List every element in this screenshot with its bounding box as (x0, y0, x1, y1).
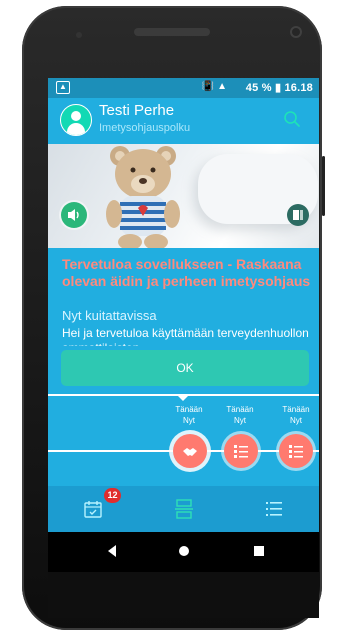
header-subtitle: Imetysohjauspolku (99, 122, 191, 134)
list-icon (266, 502, 282, 516)
phone-chin (48, 572, 319, 618)
handshake-icon (183, 448, 197, 456)
power-button (322, 156, 325, 216)
timeline-day: Tänään (282, 405, 310, 414)
timeline-time: Nyt (234, 416, 246, 425)
timeline: Tänään Nyt Tänään Nyt Tänään Nyt (48, 394, 319, 486)
proximity-sensor (76, 32, 82, 38)
calendar-badge: 12 (104, 488, 121, 503)
bottom-tab-bar: 12 (48, 486, 319, 532)
timeline-label-3: Tänään Nyt (274, 404, 318, 426)
tab-calendar[interactable]: 12 (48, 486, 138, 532)
avatar-body (67, 123, 85, 135)
audio-button[interactable] (61, 202, 87, 228)
timeline-pointer (177, 395, 189, 401)
timeline-node-3[interactable] (279, 434, 313, 468)
user-name: Testi Perhe (99, 102, 175, 119)
timeline-time: Nyt (183, 416, 195, 425)
clock: 16.18 (284, 82, 313, 94)
timeline-label-1: Tänään Nyt (167, 404, 211, 426)
front-camera (290, 26, 302, 38)
status-right: 45 % ▮ 16.18 (246, 81, 313, 94)
hero-image (48, 144, 319, 248)
tab-timeline[interactable] (139, 486, 229, 532)
calendar-icon (84, 501, 102, 518)
content-title: Tervetuloa sovellukseen - Raskaana oleva… (62, 256, 311, 289)
ok-button[interactable]: OK (61, 350, 309, 386)
tab-list[interactable] (229, 486, 319, 532)
content-card: Tervetuloa sovellukseen - Raskaana oleva… (48, 248, 319, 346)
timeline-label-2: Tänään Nyt (218, 404, 262, 426)
speaker-grille (134, 28, 210, 36)
avatar-head (71, 111, 81, 121)
status-bar: ▲ 📳 ▲ 45 % ▮ 16.18 (48, 78, 319, 98)
timeline-node-2[interactable] (224, 434, 258, 468)
signal-icon: 📳 ▲ (201, 81, 227, 92)
content-greeting: Hei ja tervetuloa käyttämään terveydenhu… (62, 326, 309, 346)
timeline-day: Tänään (175, 405, 203, 414)
home-icon[interactable] (177, 544, 191, 558)
timeline-icon (175, 499, 193, 519)
app-header: Testi Perhe Imetysohjauspolku (48, 98, 319, 146)
checklist-icon (234, 445, 248, 458)
timeline-day: Tänään (226, 405, 254, 414)
search-icon[interactable] (283, 110, 301, 128)
recents-icon[interactable] (252, 544, 266, 558)
reader-button[interactable] (287, 204, 309, 226)
timeline-node-1[interactable] (173, 434, 207, 468)
android-nav-bar (48, 532, 319, 572)
teddy-bear-image (106, 146, 180, 248)
photo-icon: ▲ (56, 81, 70, 94)
checklist-icon (289, 445, 303, 458)
reader-icon (293, 210, 303, 220)
content-status: Nyt kuitattavissa (62, 308, 157, 323)
app-screen: ▲ 📳 ▲ 45 % ▮ 16.18 Testi Perhe Imetysohj… (48, 78, 319, 618)
speaker-icon (68, 209, 79, 221)
battery-icon: ▮ (274, 82, 282, 94)
timeline-time: Nyt (290, 416, 302, 425)
back-icon[interactable] (105, 544, 119, 558)
avatar[interactable] (60, 104, 92, 136)
battery-percent: 45 % (245, 82, 272, 94)
